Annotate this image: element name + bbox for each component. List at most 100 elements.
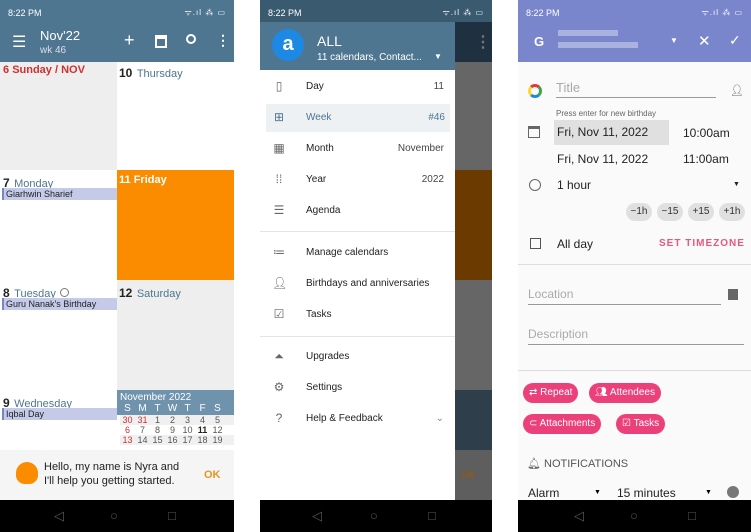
mini-day[interactable]: 4 <box>195 415 210 425</box>
menu-item-help[interactable]: ? Help & Feedback ⌄ <box>260 405 455 433</box>
day-cell[interactable]: 7 Monday Giarhwin Sharief <box>0 170 117 280</box>
mini-day[interactable]: 7 <box>135 425 150 435</box>
mini-day[interactable]: 3 <box>180 415 195 425</box>
home-icon[interactable]: ○ <box>370 508 378 523</box>
event[interactable]: Iqbal Day <box>2 408 117 420</box>
plus-1h-button[interactable]: +1h <box>719 203 745 221</box>
menu-item-manage-calendars[interactable]: ≔ Manage calendars <box>260 239 455 267</box>
mini-day[interactable]: 17 <box>180 435 195 445</box>
recents-icon[interactable]: □ <box>428 508 436 523</box>
mini-day[interactable]: 1 <box>150 415 165 425</box>
remove-notification-icon[interactable] <box>727 486 739 498</box>
menu-item-day[interactable]: ▯ Day 11 <box>260 73 455 101</box>
mini-day[interactable]: 6 <box>120 425 135 435</box>
tasks-chip[interactable]: ☑ Tasks <box>616 414 666 434</box>
attendees-chip[interactable]: 👥︎ Attendees <box>589 383 661 403</box>
account-email-blurred[interactable] <box>558 42 638 48</box>
month-view-icon: ▦ <box>273 141 285 155</box>
duration-dropdown-icon[interactable]: ▼ <box>733 181 740 188</box>
back-icon[interactable]: ◁ <box>574 508 584 524</box>
day-name: Sunday / NOV <box>12 64 85 76</box>
mini-day[interactable]: 18 <box>195 435 210 445</box>
day-cell[interactable]: 8 Tuesday Guru Nanak's Birthday <box>0 280 117 390</box>
back-icon[interactable]: ◁ <box>312 508 322 524</box>
repeat-chip[interactable]: ⇄ Repeat <box>523 383 579 403</box>
menu-item-tasks[interactable]: ☑ Tasks <box>260 301 455 329</box>
alarm-type-select[interactable]: Alarm <box>528 486 559 500</box>
all-day-checkbox[interactable] <box>530 238 541 249</box>
alarm-time-select[interactable]: 15 minutes <box>617 486 676 500</box>
drawer-header[interactable]: a ALL 11 calendars, Contact... ▼ <box>260 22 455 70</box>
system-nav-bar: ◁ ○ □ <box>0 500 234 532</box>
ok-button[interactable]: OK <box>204 469 221 481</box>
assistant-banner: Hello, my name is Nyra and I'll help you… <box>0 450 234 500</box>
dropdown-icon[interactable]: ▼ <box>434 52 442 61</box>
mini-day[interactable]: 19 <box>210 435 225 445</box>
home-icon[interactable]: ○ <box>110 508 118 523</box>
mini-day[interactable]: 5 <box>210 415 225 425</box>
menu-item-upgrades[interactable]: ⏶ Upgrades <box>260 343 455 371</box>
day-cell[interactable]: 6 Sunday / NOV <box>0 62 117 170</box>
start-time-field[interactable]: 10:00am <box>683 126 730 140</box>
menu-icon[interactable]: ☰ <box>12 32 26 52</box>
search-icon[interactable] <box>186 34 196 44</box>
mini-day[interactable]: 2 <box>165 415 180 425</box>
attachments-chip[interactable]: ⊂ Attachments <box>523 414 602 434</box>
mini-month-calendar[interactable]: November 2022 SMTWTFS 30 31 1 2 3 4 5 6 7 8 9 10 11 1… <box>117 390 234 450</box>
today-cell[interactable]: 11 Friday <box>117 170 234 280</box>
menu-item-week[interactable]: ⊞ Week #46 <box>266 104 450 132</box>
duration-select[interactable]: 1 hour <box>557 178 591 192</box>
minus-15-button[interactable]: −15 <box>657 203 683 221</box>
day-cell[interactable]: 12 Saturday <box>117 280 234 390</box>
plus-15-button[interactable]: +15 <box>688 203 714 221</box>
end-date-field[interactable]: Fri, Nov 11, 2022 <box>557 152 648 166</box>
home-icon[interactable]: ○ <box>630 508 638 523</box>
toolbar-title[interactable]: Nov'22 <box>40 28 80 43</box>
menu-item-birthdays[interactable]: 👤︎ Birthdays and anniversaries <box>260 270 455 298</box>
back-icon[interactable]: ◁ <box>54 508 64 524</box>
contact-icon[interactable]: 👤︎ <box>730 84 744 97</box>
menu-item-year[interactable]: ⁞⁞ Year 2022 <box>260 166 455 194</box>
alarm-type-dropdown-icon[interactable]: ▼ <box>594 489 601 496</box>
mini-day[interactable]: 16 <box>165 435 180 445</box>
day-cell[interactable]: 10 Thursday <box>117 62 234 170</box>
day-cell[interactable]: 9 Wednesday Iqbal Day <box>0 390 117 450</box>
check-icon[interactable]: ✓ <box>729 32 741 49</box>
map-icon[interactable] <box>728 289 738 300</box>
start-date-field[interactable]: Fri, Nov 11, 2022 <box>554 120 669 145</box>
minus-1h-button[interactable]: −1h <box>626 203 652 221</box>
recents-icon[interactable]: □ <box>688 508 696 523</box>
mini-day[interactable]: 30 <box>120 415 135 425</box>
event[interactable]: Giarhwin Sharief <box>2 188 117 200</box>
mini-day[interactable]: 14 <box>135 435 150 445</box>
calendar-icon[interactable] <box>155 35 167 48</box>
alarm-time-dropdown-icon[interactable]: ▼ <box>705 489 712 496</box>
menu-item-month[interactable]: ▦ Month November <box>260 135 455 163</box>
mini-day[interactable]: 15 <box>150 435 165 445</box>
add-icon[interactable]: + <box>124 30 135 51</box>
mini-day[interactable]: 9 <box>165 425 180 435</box>
menu-item-settings[interactable]: ⚙ Settings <box>260 374 455 402</box>
recents-icon[interactable]: □ <box>168 508 176 523</box>
color-picker-icon[interactable] <box>528 84 542 98</box>
mini-day[interactable]: 31 <box>135 415 150 425</box>
account-dropdown-icon[interactable]: ▼ <box>670 36 678 45</box>
mini-day[interactable]: 8 <box>150 425 165 435</box>
mini-day[interactable]: 12 <box>210 425 225 435</box>
location-input[interactable]: Location <box>528 287 721 305</box>
mini-day[interactable]: 11 <box>195 425 210 435</box>
mini-day[interactable]: 13 <box>120 435 135 445</box>
mini-day[interactable]: 10 <box>180 425 195 435</box>
end-time-field[interactable]: 11:00am <box>683 152 729 166</box>
toolbar-subtitle: wk 46 <box>40 45 67 56</box>
close-icon[interactable]: ✕ <box>698 32 711 50</box>
menu-item-agenda[interactable]: ☰ Agenda <box>260 197 455 225</box>
description-input[interactable]: Description <box>528 327 744 345</box>
event[interactable]: Guru Nanak's Birthday <box>2 298 117 310</box>
set-timezone-button[interactable]: SET TIMEZONE <box>659 238 745 249</box>
title-input[interactable]: Title <box>556 80 716 98</box>
label: Birthdays and anniversaries <box>306 278 430 289</box>
chevron-down-icon[interactable]: ⌄ <box>436 413 444 424</box>
account-name-blurred[interactable] <box>558 30 618 36</box>
more-icon[interactable]: ⋮ <box>216 32 230 49</box>
